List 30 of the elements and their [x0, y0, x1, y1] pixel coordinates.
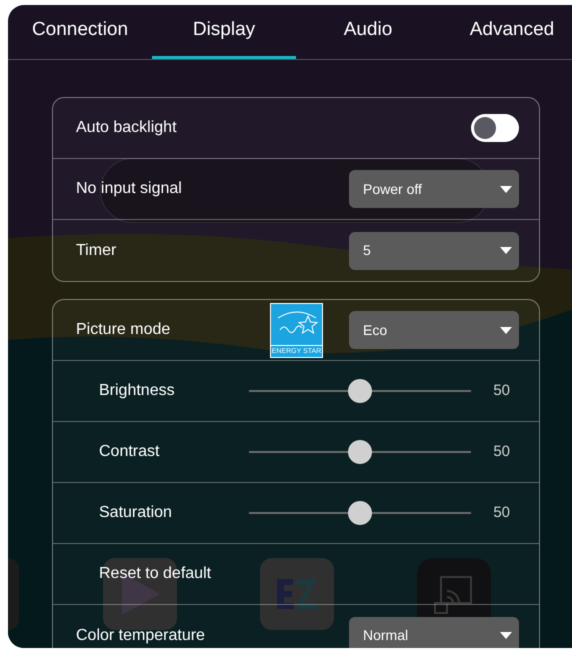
ezwrite-app-icon [260, 558, 334, 630]
setting-label: Auto backlight [76, 118, 177, 138]
slider-value: 50 [493, 442, 511, 462]
caret-icon [500, 326, 512, 334]
slider-value: 50 [493, 502, 511, 523]
toggle-switch[interactable] [471, 114, 519, 142]
app-icon-edge [8, 558, 19, 630]
setting-label: Brightness [99, 381, 176, 401]
slider[interactable] [249, 501, 471, 525]
caret-icon [500, 186, 512, 192]
caret-icon [500, 247, 512, 254]
slider[interactable] [249, 440, 471, 464]
setting-label: Contrast [99, 442, 160, 462]
setting-label: Saturation [99, 503, 173, 523]
tab[interactable]: Display [152, 5, 296, 59]
tab[interactable]: Advanced [440, 5, 572, 59]
setting-label: No input signal [76, 179, 182, 199]
slider[interactable] [249, 379, 471, 403]
slider-value: 50 [493, 380, 511, 401]
dropdown[interactable]: Eco [349, 311, 519, 349]
tab[interactable]: Audio [296, 5, 440, 59]
caret-icon [500, 632, 512, 639]
dropdown[interactable]: Power off [349, 170, 519, 208]
dropdown[interactable]: 5 [349, 232, 519, 270]
dropdown[interactable]: Normal [349, 616, 519, 648]
setting-label: Timer [76, 240, 116, 260]
setting-label: Picture mode [76, 320, 172, 340]
reset-button[interactable]: Reset to default [99, 562, 212, 586]
setting-label: Color temperature [76, 626, 205, 646]
tab[interactable]: Connection [8, 5, 152, 59]
